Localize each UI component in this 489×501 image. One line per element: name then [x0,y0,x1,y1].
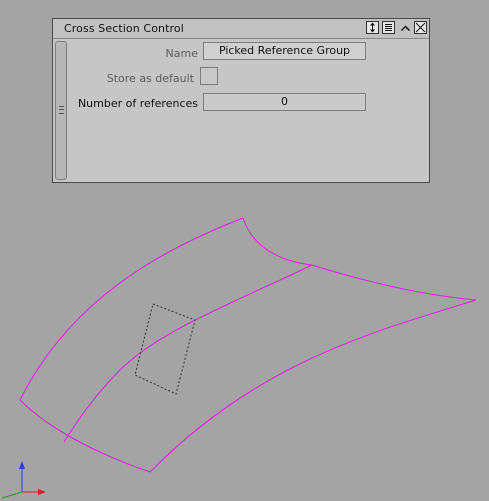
store-as-default-checkbox[interactable] [200,67,218,85]
panel-titlebar[interactable]: Cross Section Control [53,19,429,39]
surface-edge-right[interactable] [311,264,477,301]
store-as-default-label: Store as default [106,72,194,85]
grip-icon [59,106,64,114]
surface-edge-tip[interactable] [242,217,313,266]
surface-edge-bottom-right[interactable] [149,299,477,473]
number-of-references-label: Number of references [77,97,198,110]
chevron-up-icon[interactable] [398,21,411,34]
axis-indicator [1,461,46,499]
panel-drag-handle[interactable] [55,41,67,180]
number-of-references-field: 0 [203,93,366,111]
name-label: Name [165,47,198,60]
cross-section-plane[interactable] [134,303,196,395]
name-field[interactable]: Picked Reference Group [203,42,366,60]
titlebar-buttons [366,21,427,34]
panel-title: Cross Section Control [64,22,184,35]
surface-isoparm[interactable] [63,264,313,443]
cross-section-control-panel: Cross Section Control Name Picked Refere… [52,18,430,183]
list-menu-icon[interactable] [382,21,395,34]
resize-arrows-icon[interactable] [366,21,379,34]
close-icon[interactable] [414,21,427,34]
surface-edge-top[interactable] [19,217,244,401]
